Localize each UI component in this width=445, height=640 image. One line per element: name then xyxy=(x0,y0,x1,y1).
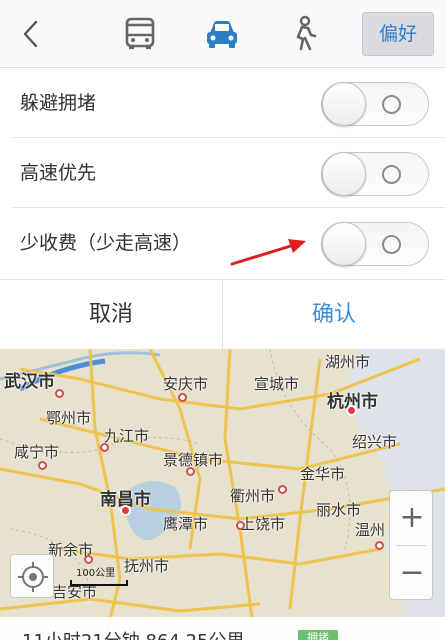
car-icon xyxy=(207,21,237,48)
map-city-marker xyxy=(55,389,64,398)
route-options-list: 躲避拥堵 高速优先 少收费（少走高速） xyxy=(0,68,445,278)
map-city-marker xyxy=(236,521,245,530)
map-city-label: 咸宁市 xyxy=(14,443,60,461)
preference-button[interactable]: 偏好 xyxy=(362,12,434,56)
confirm-button[interactable]: 确认 xyxy=(223,280,445,350)
map-city-label: 湖州市 xyxy=(325,353,371,371)
toggle-knob xyxy=(322,152,366,196)
map-city-label: 绍兴市 xyxy=(352,433,398,451)
map-city-label: 鄂州市 xyxy=(46,409,92,427)
map-city-marker xyxy=(38,461,47,470)
map-city-label: 安庆市 xyxy=(163,375,209,393)
highway-first-toggle[interactable] xyxy=(321,152,429,196)
toggle-knob xyxy=(322,82,366,126)
map-city-label: 丽水市 xyxy=(316,501,362,519)
walk-icon xyxy=(296,15,317,51)
option-less-toll: 少收费（少走高速） xyxy=(0,208,445,278)
map-city-marker xyxy=(186,467,195,476)
map-city-label: 鹰潭市 xyxy=(163,515,209,533)
option-label: 高速优先 xyxy=(20,162,97,184)
route-summary-bar[interactable]: 11小时21分钟 864.25公里 拥堵 xyxy=(0,617,445,640)
scale-bar xyxy=(70,580,128,586)
chevron-left-icon xyxy=(23,20,38,48)
scale-label: 100公里 xyxy=(76,568,116,579)
less-toll-toggle[interactable] xyxy=(321,222,429,266)
mode-car-button[interactable] xyxy=(202,14,242,54)
toggle-knob xyxy=(322,222,366,266)
map-city-marker xyxy=(346,405,357,416)
map-city-label: 金华市 xyxy=(300,465,346,483)
mode-bus-button[interactable] xyxy=(120,14,160,54)
bus-icon xyxy=(125,17,155,49)
map-city-marker xyxy=(120,505,131,516)
mode-walk-button[interactable] xyxy=(284,14,324,54)
traffic-tag: 拥堵 xyxy=(298,630,338,640)
map-city-label: 九江市 xyxy=(104,427,150,445)
map-city-label: 衢州市 xyxy=(230,487,276,505)
toggle-off-icon xyxy=(382,95,401,114)
toggle-off-icon xyxy=(382,235,401,254)
map-scale: 100公里 xyxy=(70,560,130,588)
back-button[interactable] xyxy=(14,16,50,52)
map-city-label: 上饶市 xyxy=(240,515,286,533)
map-city-marker xyxy=(178,393,187,402)
map-city-marker xyxy=(278,485,287,494)
avoid-congestion-toggle[interactable] xyxy=(321,82,429,126)
dialog-actions: 取消 确认 xyxy=(0,279,445,350)
route-summary-text: 11小时21分钟 864.25公里 xyxy=(22,627,245,640)
map-view[interactable]: 湖州市 武汉市 安庆市 宣城市 杭州市 鄂州市 九江市 绍兴市 咸宁市 景德镇市… xyxy=(0,349,445,640)
option-highway-first: 高速优先 xyxy=(0,138,445,208)
red-arrow-annotation xyxy=(230,239,306,266)
toggle-off-icon xyxy=(382,165,401,184)
map-city-label: 温州 xyxy=(355,521,386,539)
top-bar: 偏好 xyxy=(0,0,445,68)
cancel-button[interactable]: 取消 xyxy=(0,280,222,350)
zoom-out-button[interactable]: − xyxy=(390,546,434,600)
map-city-marker xyxy=(375,541,384,550)
map-city-label: 宣城市 xyxy=(254,375,300,393)
zoom-control: + − xyxy=(389,490,433,600)
locate-button[interactable] xyxy=(10,554,54,598)
option-avoid-congestion: 躲避拥堵 xyxy=(0,68,445,138)
locate-icon xyxy=(18,562,48,592)
map-city-label: 抚州市 xyxy=(124,557,170,575)
zoom-in-button[interactable]: + xyxy=(390,491,434,545)
option-label: 躲避拥堵 xyxy=(20,92,97,114)
option-label: 少收费（少走高速） xyxy=(20,232,192,254)
map-city-label: 武汉市 xyxy=(4,372,55,392)
map-city-marker xyxy=(100,443,109,452)
